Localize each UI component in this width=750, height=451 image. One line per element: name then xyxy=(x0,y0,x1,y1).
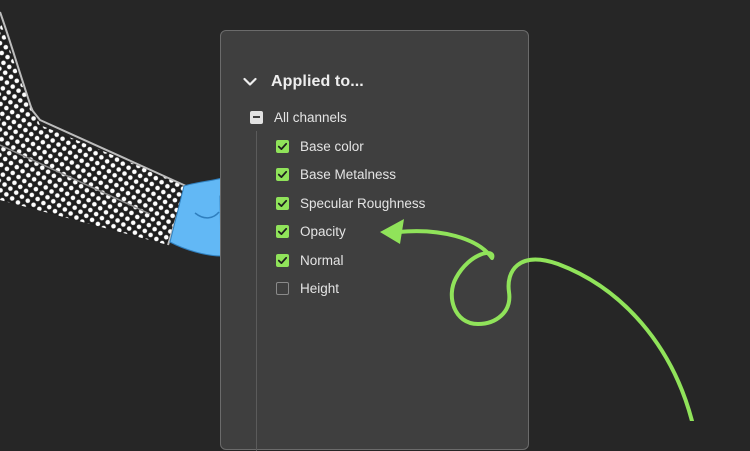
channel-row-specular-roughness[interactable]: Specular Roughness xyxy=(276,193,425,213)
channel-row-all[interactable]: All channels xyxy=(250,107,347,127)
panel-title: Applied to... xyxy=(271,73,364,90)
specular-roughness-checkbox[interactable] xyxy=(276,196,289,210)
sleeve-illustration xyxy=(0,11,187,246)
tree-connector-line xyxy=(256,131,257,451)
height-checkbox[interactable] xyxy=(276,281,289,295)
height-label: Height xyxy=(300,280,340,296)
base-metalness-checkbox[interactable] xyxy=(276,167,289,181)
checkmark-icon xyxy=(277,199,288,207)
all-channels-label: All channels xyxy=(274,109,347,125)
chevron-down-icon[interactable] xyxy=(241,73,259,91)
channels-panel: Applied to... All channels Base color Ba… xyxy=(220,30,529,451)
channel-row-opacity[interactable]: Opacity xyxy=(276,221,346,241)
base-color-label: Base color xyxy=(300,138,364,154)
channel-row-normal[interactable]: Normal xyxy=(276,250,344,270)
channel-row-base-color[interactable]: Base color xyxy=(276,136,364,156)
normal-label: Normal xyxy=(300,252,344,268)
specular-roughness-label: Specular Roughness xyxy=(300,195,426,211)
checkmark-icon xyxy=(277,142,288,150)
opacity-checkbox[interactable] xyxy=(276,224,289,238)
base-metalness-label: Base Metalness xyxy=(300,166,397,182)
base-color-checkbox[interactable] xyxy=(276,139,289,153)
minus-icon xyxy=(253,116,260,118)
channel-row-base-metalness[interactable]: Base Metalness xyxy=(276,164,396,184)
checkmark-icon xyxy=(277,170,288,178)
channel-row-height[interactable]: Height xyxy=(276,278,339,298)
scene: Applied to... All channels Base color Ba… xyxy=(0,0,750,451)
panel-header[interactable]: Applied to... xyxy=(241,71,364,93)
normal-checkbox[interactable] xyxy=(276,253,289,267)
opacity-label: Opacity xyxy=(300,223,346,239)
checkmark-icon xyxy=(277,256,288,264)
checkmark-icon xyxy=(277,227,288,235)
all-channels-checkbox[interactable] xyxy=(250,110,263,124)
